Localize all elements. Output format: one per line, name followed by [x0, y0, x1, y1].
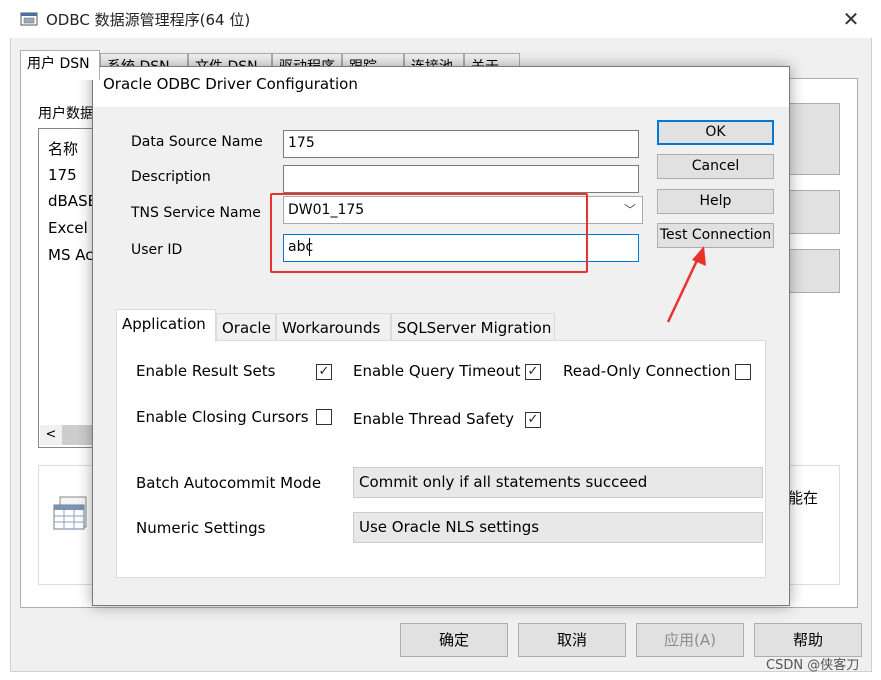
read-only-label: Read-Only Connection — [563, 362, 731, 380]
tns-label: TNS Service Name — [131, 205, 261, 221]
ok-button[interactable]: OK — [657, 120, 774, 145]
query-timeout-label: Enable Query Timeout — [353, 362, 521, 380]
tab-application[interactable]: Application — [116, 309, 216, 342]
result-sets-checkbox[interactable]: ✓ — [316, 364, 332, 380]
thread-safety-label: Enable Thread Safety — [353, 410, 515, 428]
app-icon — [20, 12, 38, 26]
dsn-field[interactable]: 175 — [283, 130, 639, 158]
help-button[interactable]: 帮助 — [754, 623, 862, 657]
userid-label: User ID — [131, 242, 183, 258]
watermark: CSDN @侠客刀 — [766, 658, 860, 673]
window-title: ODBC 数据源管理程序(64 位) — [46, 11, 251, 29]
closing-cursors-checkbox[interactable] — [316, 409, 332, 425]
numeric-settings-select[interactable]: Use Oracle NLS settings — [353, 512, 763, 543]
list-item[interactable]: 175 — [48, 166, 77, 184]
read-only-checkbox[interactable] — [735, 364, 751, 380]
list-item[interactable]: dBASE — [48, 192, 97, 210]
database-icon — [53, 496, 87, 530]
list-item[interactable]: MS Ac — [48, 246, 93, 264]
tab-oracle[interactable]: Oracle — [216, 313, 276, 341]
thread-safety-checkbox[interactable]: ✓ — [525, 412, 541, 428]
help-button[interactable]: Help — [657, 189, 774, 214]
info-text: 能在 — [788, 489, 819, 507]
description-label: Description — [131, 169, 211, 185]
batch-autocommit-select[interactable]: Commit only if all statements succeed — [353, 467, 763, 498]
query-timeout-checkbox[interactable]: ✓ — [525, 364, 541, 380]
scroll-left-icon[interactable]: < — [40, 425, 62, 445]
configure-button[interactable] — [785, 249, 840, 293]
tab-user-dsn[interactable]: 用户 DSN — [20, 50, 100, 80]
tab-workarounds[interactable]: Workarounds — [276, 313, 391, 341]
result-sets-label: Enable Result Sets — [136, 362, 276, 380]
dsn-label: Data Source Name — [131, 134, 263, 150]
list-header-name: 名称 — [48, 140, 79, 158]
dialog-title: Oracle ODBC Driver Configuration — [103, 75, 358, 93]
numeric-settings-label: Numeric Settings — [136, 519, 266, 537]
horizontal-scrollbar[interactable] — [62, 425, 96, 445]
annotation-highlight-box — [270, 193, 588, 273]
batch-autocommit-label: Batch Autocommit Mode — [136, 474, 322, 492]
annotation-arrow — [666, 246, 706, 323]
cancel-button[interactable]: Cancel — [657, 154, 774, 179]
confirm-button[interactable]: 确定 — [400, 623, 508, 657]
closing-cursors-label: Enable Closing Cursors — [136, 408, 309, 426]
tab-sqlserver-migration[interactable]: SQLServer Migration — [391, 313, 555, 341]
remove-button[interactable] — [785, 190, 840, 234]
apply-button[interactable]: 应用(A) — [636, 623, 744, 657]
add-button[interactable] — [785, 103, 840, 175]
description-field[interactable] — [283, 165, 639, 193]
chevron-down-icon[interactable]: ﹀ — [622, 200, 638, 220]
cancel-button[interactable]: 取消 — [518, 623, 626, 657]
close-icon[interactable]: ✕ — [838, 6, 864, 32]
user-datasource-label: 用户数据 — [38, 106, 94, 122]
